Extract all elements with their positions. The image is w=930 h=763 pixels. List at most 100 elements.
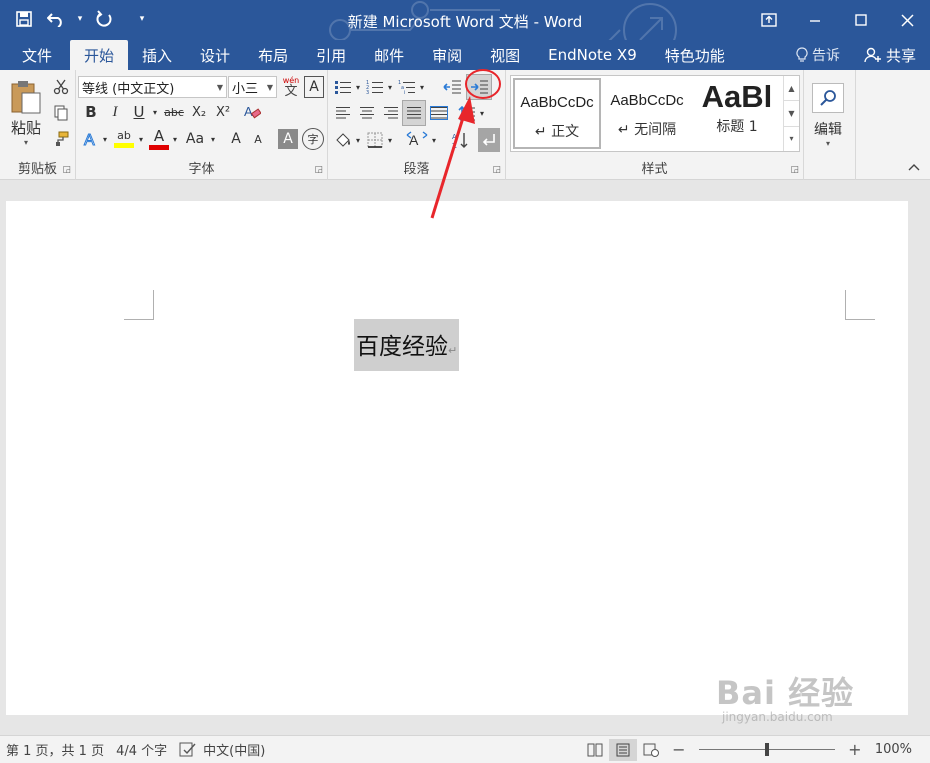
chinese-layout-icon[interactable]: A [404, 128, 430, 152]
maximize-icon[interactable] [838, 0, 884, 40]
change-case-button[interactable]: Aa [182, 127, 208, 151]
superscript-button[interactable]: X² [212, 101, 234, 123]
editing-group: 编辑 ▾ [804, 70, 856, 180]
styles-launcher-icon[interactable]: ◲ [790, 165, 799, 175]
subscript-button[interactable]: X₂ [188, 101, 210, 123]
gallery-down-icon[interactable]: ▼ [784, 101, 799, 127]
highlight-dropdown-icon[interactable]: ▾ [136, 127, 146, 151]
tab-endnote[interactable]: EndNote X9 [534, 40, 651, 70]
editing-button[interactable]: 编辑 ▾ [808, 76, 848, 154]
gallery-up-icon[interactable]: ▲ [784, 76, 799, 102]
show-marks-icon[interactable] [478, 128, 500, 152]
numbering-dropdown-icon[interactable]: ▾ [386, 76, 394, 98]
shrink-font-button[interactable]: A [248, 127, 268, 151]
align-center-icon[interactable] [356, 102, 378, 124]
bullets-icon[interactable] [332, 76, 354, 98]
tab-special[interactable]: 特色功能 [651, 40, 739, 70]
print-layout-icon[interactable] [608, 738, 637, 761]
italic-button[interactable]: I [104, 101, 126, 123]
highlight-button[interactable]: ab [112, 126, 136, 152]
tab-layout[interactable]: 布局 [244, 40, 302, 70]
paste-button[interactable]: 粘贴 ▾ [6, 74, 46, 152]
tab-view[interactable]: 视图 [476, 40, 534, 70]
char-border-button[interactable]: A [304, 76, 324, 98]
chinese-layout-dropdown-icon[interactable]: ▾ [430, 128, 438, 152]
paste-dropdown-icon[interactable]: ▾ [24, 138, 28, 147]
shading-dropdown-icon[interactable]: ▾ [354, 128, 362, 152]
zoom-thumb[interactable] [764, 742, 769, 756]
svg-text:Z: Z [452, 142, 457, 149]
document-page[interactable]: 百度经验↵ [6, 201, 908, 715]
close-icon[interactable] [884, 0, 930, 40]
underline-button[interactable]: U [128, 101, 150, 123]
change-case-dropdown-icon[interactable]: ▾ [208, 127, 218, 151]
clipboard-launcher-icon[interactable]: ◲ [62, 165, 71, 175]
justify-icon[interactable] [402, 100, 426, 126]
numbering-icon[interactable]: 123 [364, 76, 386, 98]
zoom-out-icon[interactable]: − [665, 739, 693, 761]
tell-me-button[interactable]: 告诉 [790, 45, 856, 65]
zoom-in-icon[interactable]: + [841, 739, 869, 761]
strikethrough-button[interactable]: abc [162, 101, 186, 123]
font-launcher-icon[interactable]: ◲ [314, 165, 323, 175]
borders-dropdown-icon[interactable]: ▾ [386, 128, 394, 152]
underline-dropdown-icon[interactable]: ▾ [150, 101, 160, 123]
tab-insert[interactable]: 插入 [128, 40, 186, 70]
share-button[interactable]: 共享 [856, 45, 930, 66]
format-painter-icon[interactable] [50, 128, 72, 150]
tab-home[interactable]: 开始 [70, 40, 129, 70]
ribbon-display-icon[interactable] [746, 0, 792, 40]
char-shading-button[interactable]: A [278, 129, 298, 149]
increase-indent-icon[interactable] [466, 74, 492, 100]
cut-icon[interactable] [50, 76, 72, 98]
tab-design[interactable]: 设计 [186, 40, 244, 70]
tab-file[interactable]: 文件 [0, 40, 70, 70]
styles-group-label: 样式 [641, 162, 668, 177]
borders-icon[interactable] [364, 128, 386, 152]
language-indicator[interactable]: 中文(中国) [173, 740, 271, 759]
grow-font-button[interactable]: A [226, 127, 246, 151]
multilevel-list-icon[interactable]: 1ai [396, 76, 418, 98]
shading-icon[interactable] [332, 128, 354, 152]
text-effects-dropdown-icon[interactable]: ▾ [100, 127, 110, 151]
paragraph-mark: ↵ [448, 344, 458, 357]
style-no-spacing-sample: AaBbCcDc [610, 92, 684, 109]
align-left-icon[interactable] [332, 102, 354, 124]
zoom-slider[interactable] [698, 740, 835, 760]
style-no-spacing[interactable]: AaBbCcDc ↵ 无间隔 [603, 78, 691, 149]
multilevel-dropdown-icon[interactable]: ▾ [418, 76, 426, 98]
zoom-level[interactable]: 100% [869, 742, 930, 757]
distributed-icon[interactable] [428, 102, 450, 124]
paragraph-launcher-icon[interactable]: ◲ [492, 165, 501, 175]
font-color-dropdown-icon[interactable]: ▾ [170, 127, 180, 151]
selected-text[interactable]: 百度经验↵ [354, 319, 460, 371]
word-count[interactable]: 4/4 个字 [110, 740, 173, 759]
enclose-char-button[interactable]: 字 [302, 128, 324, 150]
sort-icon[interactable]: AZ [450, 128, 472, 152]
line-spacing-icon[interactable] [456, 102, 478, 126]
collapse-ribbon-icon[interactable] [904, 158, 924, 176]
bullets-dropdown-icon[interactable]: ▾ [354, 76, 362, 98]
style-heading-1[interactable]: AaBl 标题 1 [693, 78, 781, 149]
tab-review[interactable]: 审阅 [418, 40, 476, 70]
clear-formatting-icon[interactable]: A [240, 101, 264, 123]
minimize-icon[interactable] [792, 0, 838, 40]
read-mode-icon[interactable] [581, 739, 609, 761]
font-name-combo[interactable]: 等线 (中文正文) ▼ [78, 76, 227, 98]
decrease-indent-icon[interactable] [440, 76, 464, 98]
font-size-combo[interactable]: 小三 ▼ [228, 76, 277, 98]
gallery-more-icon[interactable]: ▾ [784, 127, 799, 151]
copy-icon[interactable] [50, 102, 72, 124]
text-effects-icon[interactable]: A [80, 127, 102, 151]
font-color-button[interactable]: A [148, 126, 170, 152]
bold-button[interactable]: B [80, 101, 102, 123]
paste-label: 粘贴 [10, 119, 41, 137]
web-layout-icon[interactable] [637, 739, 665, 761]
tab-mailings[interactable]: 邮件 [360, 40, 418, 70]
style-normal[interactable]: AaBbCcDc ↵ 正文 [513, 78, 601, 149]
line-spacing-dropdown-icon[interactable]: ▾ [478, 102, 486, 124]
page-count[interactable]: 第 1 页，共 1 页 [0, 740, 110, 759]
tab-references[interactable]: 引用 [302, 40, 360, 70]
align-right-icon[interactable] [380, 102, 402, 124]
phonetic-guide-button[interactable]: wén 文 [280, 74, 302, 100]
